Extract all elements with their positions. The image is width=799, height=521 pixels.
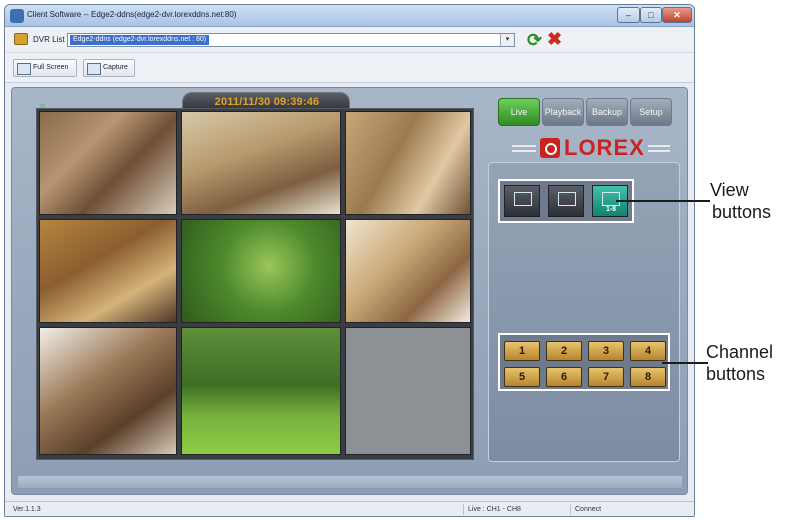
dvr-icon — [14, 33, 28, 45]
video-tile-5[interactable] — [181, 219, 341, 323]
view-button-2[interactable] — [548, 185, 584, 217]
channel-button-7[interactable]: 7 — [588, 367, 624, 387]
view-callout-label-2: buttons — [712, 202, 772, 222]
video-tile-4[interactable] — [39, 219, 177, 323]
tab-setup[interactable]: Setup — [630, 98, 672, 126]
grid-view-icon — [602, 192, 620, 206]
view-button-label: 1-8 — [605, 206, 617, 213]
status-connection: Connect — [570, 504, 690, 515]
view-callout-label-1: View — [710, 180, 749, 200]
tab-live[interactable]: Live — [498, 98, 540, 126]
channel-button-4[interactable]: 4 — [630, 341, 666, 361]
delete-icon[interactable]: ✖ — [547, 30, 562, 48]
refresh-icon[interactable]: ⟳ — [527, 31, 542, 49]
status-live-range: Live : CH1 - CH8 — [463, 504, 563, 515]
view-callout-line — [616, 200, 710, 202]
tab-backup[interactable]: Backup — [586, 98, 628, 126]
capture-button[interactable]: Capture — [83, 59, 135, 77]
chevron-down-icon[interactable]: ▾ — [500, 34, 514, 46]
full-screen-label: Full Screen — [33, 64, 69, 71]
channel-button-3[interactable]: 3 — [588, 341, 624, 361]
dvr-toolbar: DVR List Edge2-ddns (edge2-dvr.lorexddns… — [5, 27, 694, 53]
status-version: Ver.1.1.3 — [13, 506, 41, 513]
video-tile-empty[interactable] — [345, 327, 471, 455]
channel-callout-label-1: Channel — [706, 342, 774, 362]
channel-callout-label-2: buttons — [706, 364, 766, 384]
bottom-strip — [18, 476, 682, 488]
logo-rule-right — [648, 145, 670, 147]
lorex-logo: LOREX — [512, 135, 670, 161]
status-bar: Ver.1.1.3 Live : CH1 - CH8 Connect — [5, 501, 694, 516]
main-panel: 0 2011/11/30 09:39:46 Live Playback Back… — [11, 87, 688, 495]
video-tile-8[interactable] — [181, 327, 341, 455]
tab-playback[interactable]: Playback — [542, 98, 584, 126]
video-tile-3[interactable] — [345, 111, 471, 215]
timestamp: 2011/11/30 09:39:46 — [214, 96, 320, 108]
capture-label: Capture — [103, 64, 128, 71]
camera-icon — [87, 63, 101, 75]
logo-rule-left — [512, 145, 536, 147]
view-buttons-group: 1-8 — [498, 179, 634, 223]
channel-button-6[interactable]: 6 — [546, 367, 582, 387]
video-tile-6[interactable] — [345, 219, 471, 323]
action-toolbar: Full Screen Capture — [5, 53, 694, 83]
maximize-button[interactable]: □ — [640, 7, 662, 23]
channel-callout-line — [662, 362, 708, 364]
logo-rule-right — [648, 150, 670, 152]
window-title: Client Software -- Edge2-ddns(edge2-dvr.… — [27, 10, 237, 19]
video-tile-2[interactable] — [181, 111, 341, 215]
dvr-list-label: DVR List — [33, 35, 65, 44]
control-panel: 1-8 1 2 3 4 5 6 7 8 — [488, 162, 680, 462]
channel-buttons-group: 1 2 3 4 5 6 7 8 — [498, 333, 670, 391]
full-screen-icon — [17, 63, 31, 75]
title-bar: Client Software -- Edge2-ddns(edge2-dvr.… — [5, 5, 694, 27]
dvr-list-select[interactable]: Edge2-ddns (edge2-dvr.lorexddns.net : 80… — [67, 33, 515, 47]
channel-button-8[interactable]: 8 — [630, 367, 666, 387]
dvr-selected-value: Edge2-ddns (edge2-dvr.lorexddns.net : 80… — [70, 35, 210, 45]
video-tile-1[interactable] — [39, 111, 177, 215]
channel-button-1[interactable]: 1 — [504, 341, 540, 361]
video-grid — [36, 108, 474, 460]
lorex-logo-text: LOREX — [564, 135, 645, 160]
close-button[interactable]: ✕ — [662, 7, 692, 23]
minimize-button[interactable]: – — [617, 7, 640, 23]
channel-button-5[interactable]: 5 — [504, 367, 540, 387]
view-button-1[interactable] — [504, 185, 540, 217]
video-tile-7[interactable] — [39, 327, 177, 455]
lorex-logo-mark — [540, 138, 560, 158]
logo-rule-left — [512, 150, 536, 152]
single-view-icon — [514, 192, 532, 206]
app-icon — [10, 9, 24, 23]
client-software-window: Client Software -- Edge2-ddns(edge2-dvr.… — [4, 4, 695, 517]
quad-view-icon — [558, 192, 576, 206]
full-screen-button[interactable]: Full Screen — [13, 59, 77, 77]
channel-button-2[interactable]: 2 — [546, 341, 582, 361]
